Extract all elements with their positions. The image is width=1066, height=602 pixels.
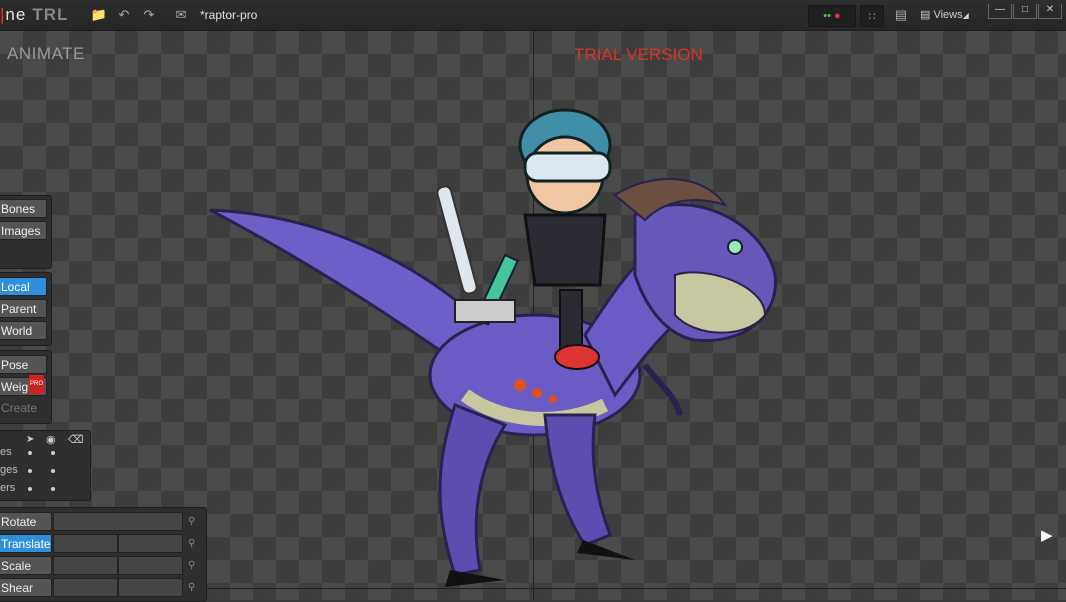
mouse-cursor-icon: ▶ bbox=[1041, 527, 1053, 544]
envelope-icon[interactable]: ✉ bbox=[172, 6, 190, 24]
title-bar: |ne TRL 📁 ↶ ↷ ✉ *raptor-pro •• ● ∷ ▤ ▤ Vi… bbox=[0, 0, 1066, 31]
visibility-dot[interactable] bbox=[51, 451, 55, 455]
visibility-row-images[interactable]: ges bbox=[0, 464, 18, 476]
rotate-button[interactable]: Rotate bbox=[0, 512, 52, 531]
license-label: TRL bbox=[32, 5, 69, 24]
layers-icon[interactable]: ▤ bbox=[892, 6, 910, 24]
scale-button[interactable]: Scale bbox=[0, 556, 52, 575]
shear-row: Shear ⚲ bbox=[0, 578, 206, 598]
grid-toggle-icon[interactable]: ∷ bbox=[860, 5, 884, 27]
translate-row: Translate ⚲ bbox=[0, 534, 206, 554]
minimize-button[interactable]: — bbox=[988, 4, 1012, 19]
translate-button[interactable]: Translate bbox=[0, 534, 52, 553]
maximize-button[interactable]: □ bbox=[1013, 4, 1037, 19]
visibility-row-others[interactable]: ers bbox=[0, 482, 15, 494]
shear-y-field[interactable] bbox=[118, 578, 183, 597]
key-icon[interactable]: ⚲ bbox=[188, 560, 195, 571]
pose-button[interactable]: Pose bbox=[0, 355, 47, 374]
app-logo: |ne TRL bbox=[0, 5, 69, 24]
window-icon: ▤ bbox=[920, 9, 931, 21]
create-button: Create bbox=[1, 401, 38, 415]
images-toggle-button[interactable]: Images bbox=[0, 221, 47, 240]
translate-x-field[interactable] bbox=[53, 534, 118, 553]
visibility-dot[interactable] bbox=[28, 469, 32, 473]
tag-icon: ⌫ bbox=[68, 434, 84, 446]
rotate-value-field[interactable] bbox=[53, 512, 183, 531]
scale-row: Scale ⚲ bbox=[0, 556, 206, 576]
select-cursor-icon: ➤ bbox=[26, 434, 35, 445]
views-menu[interactable]: ▤ Views◢ bbox=[920, 8, 969, 21]
bones-toggle-button[interactable]: Bones bbox=[0, 199, 47, 218]
key-icon[interactable]: ⚲ bbox=[188, 538, 195, 549]
axes-local-button[interactable]: Local bbox=[0, 277, 47, 296]
rotate-row: Rotate ⚲ bbox=[0, 512, 206, 532]
axes-parent-button[interactable]: Parent bbox=[0, 299, 47, 318]
record-icon[interactable]: ● bbox=[834, 10, 841, 22]
visibility-dot[interactable] bbox=[28, 487, 32, 491]
raptor-rider-artwork[interactable] bbox=[205, 75, 785, 595]
axes-world-button[interactable]: World bbox=[0, 321, 47, 340]
visibility-row-bones[interactable]: es bbox=[0, 446, 12, 458]
pro-badge: PRO bbox=[28, 375, 44, 394]
key-icon[interactable]: ⚲ bbox=[188, 516, 195, 527]
undo-icon[interactable]: ↶ bbox=[115, 6, 133, 24]
key-icon[interactable]: ⚲ bbox=[188, 582, 195, 593]
document-title: *raptor-pro bbox=[200, 8, 258, 22]
weights-button[interactable]: Weights PRO bbox=[0, 375, 47, 396]
scale-y-field[interactable] bbox=[118, 556, 183, 575]
folder-icon[interactable]: 📁 bbox=[90, 6, 108, 24]
translate-y-field[interactable] bbox=[118, 534, 183, 553]
playback-toolbar[interactable]: •• ● bbox=[808, 5, 856, 27]
scale-x-field[interactable] bbox=[53, 556, 118, 575]
close-button[interactable]: ✕ bbox=[1038, 4, 1062, 19]
trial-watermark: TRIAL VERSION bbox=[574, 45, 703, 64]
shear-x-field[interactable] bbox=[53, 578, 118, 597]
visibility-dot[interactable] bbox=[28, 451, 32, 455]
redo-icon[interactable]: ↷ bbox=[140, 6, 158, 24]
key-icon[interactable]: •• bbox=[823, 10, 831, 22]
mode-label: ANIMATE bbox=[7, 44, 85, 63]
eye-icon: ◉ bbox=[46, 434, 56, 446]
visibility-dot[interactable] bbox=[51, 469, 55, 473]
visibility-dot[interactable] bbox=[51, 487, 55, 491]
shear-button[interactable]: Shear bbox=[0, 578, 52, 597]
